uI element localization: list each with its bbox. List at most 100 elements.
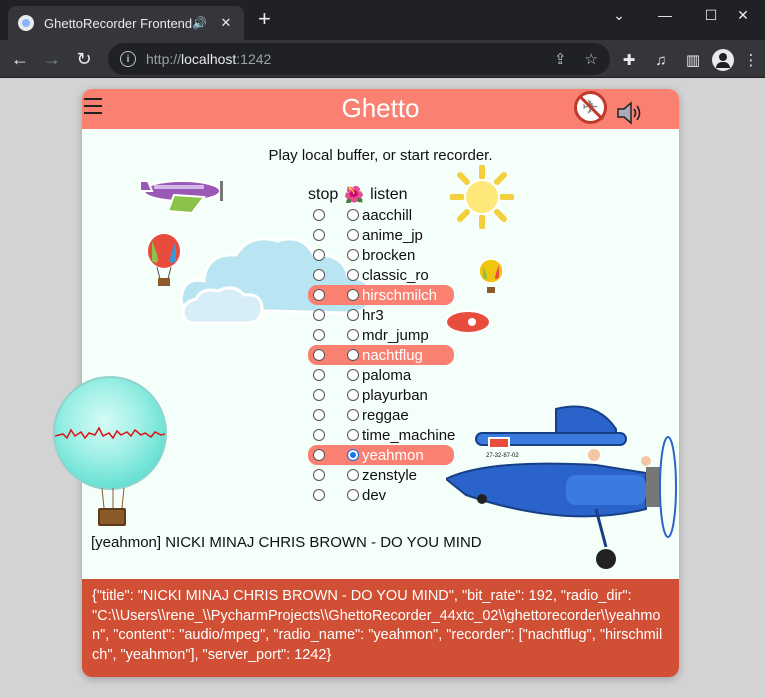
listen-column-label: listen — [370, 186, 408, 203]
app-header: Ghetto — [82, 89, 679, 129]
station-name[interactable]: reggae — [362, 407, 409, 424]
balloon-ropes — [101, 488, 125, 509]
station-row: playurban — [308, 385, 454, 405]
station-name[interactable]: yeahmon — [362, 447, 424, 464]
stop-radio[interactable] — [313, 389, 325, 401]
url-scheme: http:// — [146, 51, 182, 67]
listen-radio[interactable] — [347, 469, 359, 481]
station-name[interactable]: nachtflug — [362, 347, 423, 364]
extensions-icon[interactable]: ✚ — [618, 49, 640, 71]
listen-radio[interactable] — [347, 449, 359, 461]
listen-radio[interactable] — [347, 349, 359, 361]
stop-radio[interactable] — [313, 429, 325, 441]
share-icon[interactable]: ⇪ — [554, 50, 567, 68]
station-name[interactable]: hr3 — [362, 307, 384, 324]
bookmark-star-icon[interactable]: ☆ — [585, 50, 598, 68]
listen-radio[interactable] — [347, 289, 359, 301]
station-row: aacchill — [308, 205, 454, 225]
now-playing-text: [yeahmon] NICKI MINAJ CHRIS BROWN - DO Y… — [91, 534, 482, 551]
listen-radio[interactable] — [347, 489, 359, 501]
station-row: mdr_jump — [308, 325, 454, 345]
url-port: :1242 — [236, 51, 272, 67]
station-row: hr3 — [308, 305, 454, 325]
listen-radio[interactable] — [347, 209, 359, 221]
station-name[interactable]: hirschmilch — [362, 287, 437, 304]
sun-icon — [450, 165, 514, 229]
browser-toolbar: ← → ↻ i http:// localhost :1242 ⇪ ☆ ✚ ♫ … — [0, 40, 765, 78]
media-controls-icon[interactable]: ♫ — [650, 49, 672, 71]
station-row: paloma — [308, 365, 454, 385]
station-name[interactable]: mdr_jump — [362, 327, 429, 344]
station-name[interactable]: playurban — [362, 387, 428, 404]
plane-label: 27-32-87-02 — [486, 453, 519, 459]
back-button[interactable]: ← — [8, 47, 32, 71]
stop-radio[interactable] — [313, 289, 325, 301]
minimize-button[interactable]: — — [642, 0, 688, 30]
speaker-icon[interactable] — [616, 101, 646, 125]
station-row: hirschmilch — [308, 285, 454, 305]
forward-button[interactable]: → — [40, 47, 64, 71]
stop-radio[interactable] — [313, 249, 325, 261]
stop-radio[interactable] — [313, 449, 325, 461]
stop-radio[interactable] — [313, 209, 325, 221]
stop-radio[interactable] — [313, 409, 325, 421]
stop-radio[interactable] — [313, 369, 325, 381]
url-host: localhost — [181, 51, 237, 67]
station-name[interactable]: anime_jp — [362, 227, 423, 244]
station-row: brocken — [308, 245, 454, 265]
station-row: yeahmon — [308, 445, 454, 465]
stop-radio[interactable] — [313, 489, 325, 501]
favicon-icon — [18, 15, 34, 31]
station-name[interactable]: classic_ro — [362, 267, 429, 284]
station-name[interactable]: paloma — [362, 367, 411, 384]
tab-close-icon[interactable]: ✕ — [218, 15, 234, 31]
chevron-down-icon[interactable]: ⌄ — [596, 0, 642, 30]
station-name[interactable]: time_machine — [362, 427, 455, 444]
reload-button[interactable]: ↻ — [72, 47, 96, 71]
side-panel-icon[interactable]: ▥ — [682, 49, 704, 71]
listen-radio[interactable] — [347, 269, 359, 281]
json-info-panel: {"title": "NICKI MINAJ CHRIS BROWN - DO … — [82, 579, 679, 677]
audio-waveform-icon — [55, 426, 165, 440]
station-name[interactable]: aacchill — [362, 207, 412, 224]
listen-radio[interactable] — [347, 429, 359, 441]
listen-radio[interactable] — [347, 309, 359, 321]
tab-title: GhettoRecorder Frontend — [44, 15, 192, 31]
station-name[interactable]: dev — [362, 487, 386, 504]
listen-radio[interactable] — [347, 409, 359, 421]
station-name[interactable]: zenstyle — [362, 467, 417, 484]
balloon-basket — [98, 508, 126, 526]
station-list: aacchill anime_jpbrocken classic_rohirschm… — [308, 205, 455, 505]
listen-radio[interactable] — [347, 329, 359, 341]
station-row: time_machine — [308, 425, 455, 445]
station-name[interactable]: brocken — [362, 247, 415, 264]
listen-radio[interactable] — [347, 369, 359, 381]
stop-radio[interactable] — [313, 349, 325, 361]
stop-radio[interactable] — [313, 469, 325, 481]
new-tab-button[interactable]: + — [258, 8, 271, 30]
station-row: dev — [308, 485, 454, 505]
address-bar[interactable]: i http:// localhost :1242 ⇪ ☆ — [108, 43, 610, 75]
browser-tabstrip: GhettoRecorder Frontend 🔊 ✕ + ⌄ — ☐ ✕ — [0, 0, 765, 40]
stop-column-label: stop — [308, 186, 339, 203]
profile-avatar[interactable] — [712, 49, 734, 71]
menu-kebab-icon[interactable]: ⋮ — [740, 49, 762, 71]
stop-radio[interactable] — [313, 329, 325, 341]
app-card: Ghetto ✈ Play local buffer, or start rec… — [82, 89, 679, 677]
stop-radio[interactable] — [313, 269, 325, 281]
tab-audio-icon[interactable]: 🔊 — [192, 16, 208, 30]
stop-radio[interactable] — [313, 309, 325, 321]
close-window-button[interactable]: ✕ — [720, 0, 765, 30]
no-plane-toggle-icon[interactable] — [574, 91, 607, 124]
info-icon[interactable]: i — [120, 51, 136, 67]
intro-text: Play local buffer, or start recorder. — [268, 147, 493, 164]
big-balloon-visualizer — [53, 376, 167, 490]
listen-radio[interactable] — [347, 389, 359, 401]
small-balloon-icon — [478, 259, 504, 293]
hibiscus-icon: 🌺 — [344, 187, 365, 204]
stop-radio[interactable] — [313, 229, 325, 241]
listen-radio[interactable] — [347, 249, 359, 261]
listen-radio[interactable] — [347, 229, 359, 241]
station-row: reggae — [308, 405, 454, 425]
browser-tab[interactable]: GhettoRecorder Frontend 🔊 ✕ — [8, 6, 244, 40]
